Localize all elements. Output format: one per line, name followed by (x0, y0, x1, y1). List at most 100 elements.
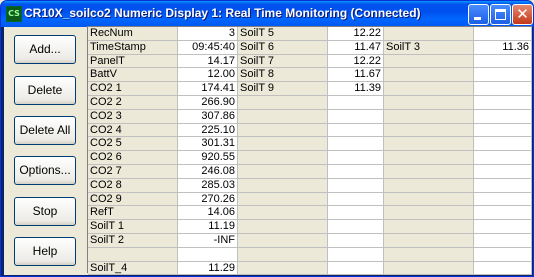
grid-cell-label[interactable] (238, 262, 328, 275)
grid-cell-value[interactable]: 14.17 (178, 55, 238, 68)
grid-cell-value[interactable] (474, 179, 532, 193)
grid-cell-value[interactable]: 266.90 (178, 96, 238, 110)
grid-cell-label[interactable]: PanelT (88, 55, 178, 68)
title-bar[interactable]: CS CR10X_soilco2 Numeric Display 1: Real… (1, 1, 533, 27)
grid-cell-value[interactable] (474, 193, 532, 206)
grid-cell-value[interactable] (474, 110, 532, 124)
grid-cell-value[interactable]: 920.55 (178, 151, 238, 165)
grid-cell-label[interactable]: CO2 9 (88, 193, 178, 206)
grid-cell-label[interactable]: SoilT 1 (88, 220, 178, 234)
grid-cell-label[interactable]: RecNum (88, 27, 178, 41)
maximize-button[interactable] (490, 4, 511, 25)
grid-cell-value[interactable] (474, 165, 532, 179)
grid-cell-label[interactable] (238, 110, 328, 124)
grid-cell-value[interactable] (474, 151, 532, 165)
grid-cell-value[interactable] (328, 248, 384, 262)
grid-cell-label[interactable] (238, 220, 328, 234)
grid-cell-value[interactable]: 09:45:40 (178, 41, 238, 55)
grid-cell-value[interactable] (474, 137, 532, 151)
grid-cell-label[interactable]: SoilT 7 (238, 55, 328, 68)
grid-cell-label[interactable]: CO2 7 (88, 165, 178, 179)
grid-cell-label[interactable] (238, 151, 328, 165)
grid-cell-value[interactable] (328, 179, 384, 193)
grid-cell-label[interactable]: BattV (88, 68, 178, 82)
grid-cell-value[interactable]: -INF (178, 234, 238, 248)
grid-cell-value[interactable] (474, 55, 532, 68)
grid-cell-label[interactable] (384, 206, 474, 220)
grid-cell-value[interactable] (328, 206, 384, 220)
grid-cell-value[interactable]: 225.10 (178, 124, 238, 137)
grid-cell-value[interactable] (328, 234, 384, 248)
grid-cell-label[interactable] (384, 165, 474, 179)
grid-cell-label[interactable] (238, 248, 328, 262)
grid-cell-value[interactable] (328, 137, 384, 151)
grid-cell-label[interactable]: CO2 5 (88, 137, 178, 151)
grid-cell-label[interactable]: SoilT 8 (238, 68, 328, 82)
grid-cell-value[interactable] (474, 68, 532, 82)
grid-cell-label[interactable]: SoilT 5 (238, 27, 328, 41)
grid-cell-value[interactable] (474, 82, 532, 96)
delete-all-button[interactable]: Delete All (14, 116, 76, 145)
grid-cell-value[interactable]: 174.41 (178, 82, 238, 96)
grid-cell-label[interactable] (384, 248, 474, 262)
grid-cell-value[interactable]: 11.47 (328, 41, 384, 55)
grid-cell-value[interactable] (328, 165, 384, 179)
grid-cell-value[interactable]: 12.22 (328, 55, 384, 68)
grid-cell-label[interactable] (238, 165, 328, 179)
grid-cell-label[interactable] (238, 96, 328, 110)
grid-cell-value[interactable]: 285.03 (178, 179, 238, 193)
grid-cell-value[interactable]: 11.36 (474, 41, 532, 55)
grid-cell-value[interactable] (328, 193, 384, 206)
grid-cell-value[interactable]: 11.67 (328, 68, 384, 82)
grid-cell-label[interactable]: CO2 2 (88, 96, 178, 110)
grid-cell-value[interactable]: 14.06 (178, 206, 238, 220)
grid-cell-value[interactable] (474, 206, 532, 220)
grid-cell-value[interactable]: 12.22 (328, 27, 384, 41)
grid-cell-label[interactable] (384, 220, 474, 234)
grid-cell-label[interactable] (384, 262, 474, 275)
grid-cell-label[interactable] (384, 55, 474, 68)
grid-cell-label[interactable] (384, 179, 474, 193)
grid-cell-label[interactable] (384, 193, 474, 206)
grid-cell-label[interactable] (384, 110, 474, 124)
grid-cell-label[interactable] (238, 179, 328, 193)
grid-cell-value[interactable]: 246.08 (178, 165, 238, 179)
stop-button[interactable]: Stop (14, 197, 76, 226)
grid-cell-label[interactable]: SoilT 6 (238, 41, 328, 55)
grid-cell-label[interactable]: CO2 8 (88, 179, 178, 193)
grid-cell-value[interactable]: 11.19 (178, 220, 238, 234)
grid-cell-value[interactable] (328, 151, 384, 165)
options-button[interactable]: Options... (14, 156, 76, 185)
grid-cell-value[interactable]: 270.26 (178, 193, 238, 206)
grid-cell-label[interactable] (384, 82, 474, 96)
grid-cell-label[interactable]: SoilT 9 (238, 82, 328, 96)
grid-cell-label[interactable] (384, 124, 474, 137)
grid-cell-label[interactable]: CO2 6 (88, 151, 178, 165)
grid-cell-label[interactable] (384, 96, 474, 110)
grid-cell-label[interactable] (384, 234, 474, 248)
grid-cell-label[interactable] (384, 27, 474, 41)
grid-cell-label[interactable]: CO2 3 (88, 110, 178, 124)
grid-cell-label[interactable] (238, 206, 328, 220)
grid-cell-label[interactable]: SoilT 3 (384, 41, 474, 55)
grid-cell-label[interactable] (238, 137, 328, 151)
grid-cell-label[interactable]: RefT (88, 206, 178, 220)
grid-cell-value[interactable]: 12.00 (178, 68, 238, 82)
grid-cell-value[interactable] (474, 27, 532, 41)
grid-cell-value[interactable] (328, 220, 384, 234)
grid-cell-value[interactable] (328, 110, 384, 124)
grid-cell-value[interactable]: 11.39 (328, 82, 384, 96)
app-icon[interactable]: CS (6, 6, 22, 22)
grid-cell-value[interactable] (474, 234, 532, 248)
grid-cell-value[interactable] (178, 248, 238, 262)
grid-cell-label[interactable]: SoilT_4 (88, 262, 178, 275)
grid-cell-label[interactable] (384, 151, 474, 165)
grid-cell-label[interactable] (238, 124, 328, 137)
grid-cell-value[interactable] (474, 262, 532, 275)
grid-cell-label[interactable]: SoilT 2 (88, 234, 178, 248)
close-button[interactable]: ✕ (512, 4, 533, 25)
grid-cell-label[interactable] (238, 193, 328, 206)
help-button[interactable]: Help (14, 237, 76, 266)
grid-cell-value[interactable]: 11.29 (178, 262, 238, 275)
grid-cell-label[interactable] (238, 234, 328, 248)
